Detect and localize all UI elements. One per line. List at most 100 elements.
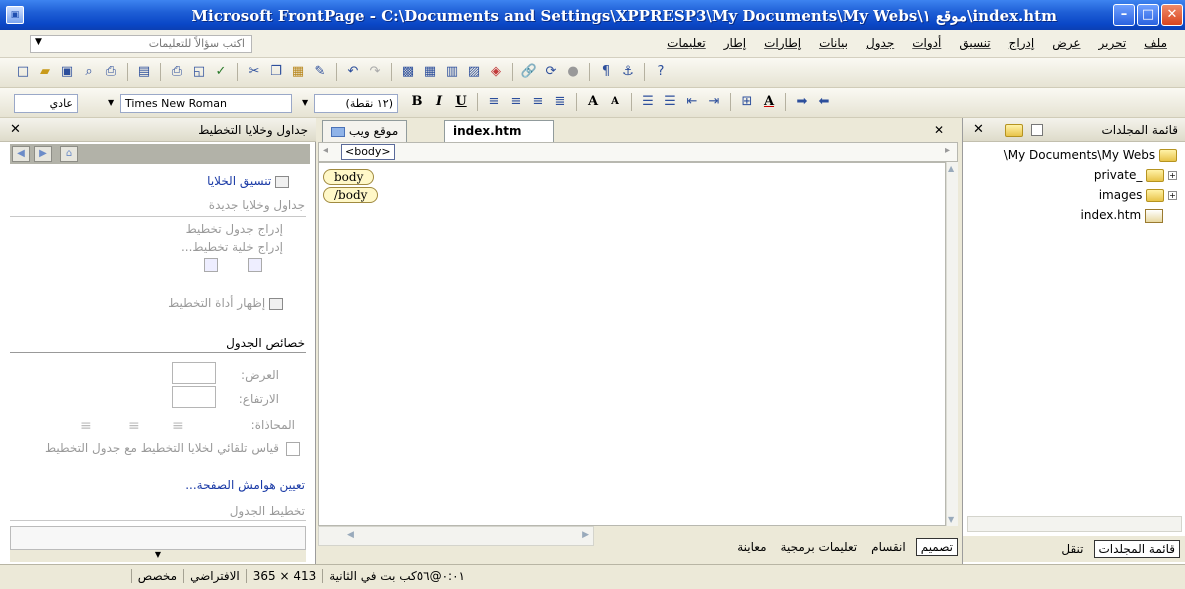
tag-scroll-right-icon[interactable]: ▸	[945, 145, 950, 156]
home-icon[interactable]: ⌂	[60, 146, 78, 162]
increase-font-icon[interactable]: A	[584, 93, 602, 111]
menu-insert[interactable]: إدراج	[1009, 36, 1035, 50]
folder-item-private[interactable]: + _private	[1094, 168, 1177, 182]
frontpage-app-icon[interactable]: ▣	[6, 6, 24, 24]
bullets-icon[interactable]: ☰	[661, 93, 679, 111]
redo-icon[interactable]: ↷	[366, 63, 384, 81]
insert-table-icon[interactable]: ▦	[421, 63, 439, 81]
print-icon[interactable]: ⎙	[168, 63, 186, 81]
tab-website[interactable]: موقع ويب	[322, 120, 408, 142]
drawing-icon[interactable]: ◈	[487, 63, 505, 81]
justify-icon[interactable]: ≣	[551, 93, 569, 111]
scroll-left-icon[interactable]: ◀	[347, 530, 354, 540]
decrease-font-icon[interactable]: A	[606, 93, 624, 111]
new-page-icon[interactable]	[1031, 124, 1043, 136]
scroll-down-icon[interactable]: ▼	[948, 515, 954, 524]
task-pane-title[interactable]: جداول وخلايا التخطيط	[198, 123, 308, 137]
menu-table[interactable]: جدول	[866, 36, 894, 50]
minimize-button[interactable]: –	[1113, 4, 1135, 26]
status-default[interactable]: الافتراضي	[183, 569, 246, 583]
underline-icon[interactable]: U	[452, 93, 470, 111]
tab-index-htm[interactable]: index.htm	[444, 120, 554, 142]
copy-icon[interactable]: ❐	[267, 63, 285, 81]
cell-formatting-link[interactable]: تنسيق الخلايا	[207, 174, 289, 188]
align-center-icon[interactable]: ≡	[128, 418, 140, 434]
folder-item-images[interactable]: + images	[1099, 188, 1177, 202]
increase-indent-icon[interactable]: ⇥	[705, 93, 723, 111]
menu-frame[interactable]: إطار	[724, 36, 746, 50]
back-icon[interactable]: ◀	[12, 146, 30, 162]
print-preview-icon[interactable]: ◱	[190, 63, 208, 81]
open-folder-icon[interactable]: ▰	[36, 63, 54, 81]
forward-arrow-icon[interactable]: ➡	[793, 93, 811, 111]
body-open-tag[interactable]: body	[323, 169, 375, 185]
folder-root[interactable]: \My Documents\My Webs	[1004, 148, 1177, 162]
borders-icon[interactable]: ⊞	[738, 93, 756, 111]
decrease-indent-icon[interactable]: ⇤	[683, 93, 701, 111]
scroll-right-icon[interactable]: ▶	[582, 530, 589, 540]
chevron-down-icon[interactable]: ▼	[10, 550, 306, 562]
italic-icon[interactable]: I	[430, 93, 448, 111]
menu-view[interactable]: عرض	[1052, 36, 1080, 50]
expand-icon[interactable]: +	[1168, 171, 1177, 180]
menu-data[interactable]: بيانات	[819, 36, 848, 50]
autoscale-checkbox[interactable]	[286, 442, 300, 456]
hyperlink-icon[interactable]: 🔗	[520, 63, 538, 81]
height-field[interactable]	[172, 386, 216, 408]
menu-tools[interactable]: أدوات	[912, 36, 941, 50]
tab-preview[interactable]: معاينة	[733, 539, 770, 555]
width-field[interactable]	[172, 362, 216, 384]
tag-scroll-left-icon[interactable]: ◂	[323, 145, 328, 156]
anchor-icon[interactable]: ⚓	[619, 63, 637, 81]
menu-edit[interactable]: تحرير	[1099, 36, 1127, 50]
refresh-icon[interactable]: ⟳	[542, 63, 560, 81]
close-icon[interactable]: ✕	[973, 122, 984, 137]
menu-format[interactable]: تنسيق	[959, 36, 990, 50]
paste-icon[interactable]: ▦	[289, 63, 307, 81]
close-window-button[interactable]: ✕	[1161, 4, 1183, 26]
new-page-icon[interactable]: □	[14, 63, 32, 81]
chevron-down-icon[interactable]: ▼	[35, 37, 42, 47]
close-tab-icon[interactable]: ✕	[934, 123, 944, 137]
body-close-tag[interactable]: /body	[323, 187, 379, 203]
align-right-icon[interactable]: ≡	[529, 93, 547, 111]
help-search-input[interactable]: اكتب سؤالاً للتعليمات ▼	[30, 35, 252, 53]
tab-navigation[interactable]: تنقل	[1061, 542, 1083, 556]
style-combo[interactable]: عادي	[14, 94, 78, 113]
stop-icon[interactable]: ●	[564, 63, 582, 81]
tab-split[interactable]: انقسام	[867, 539, 910, 555]
chevron-down-icon[interactable]: ▼	[108, 98, 114, 107]
layout-table-thumb-icon[interactable]	[204, 258, 218, 272]
folder-item-index-htm[interactable]: index.htm	[1081, 208, 1163, 223]
publish-icon[interactable]: ⎙	[102, 63, 120, 81]
status-dimensions[interactable]: 413 × 365	[245, 569, 323, 583]
align-left-icon[interactable]: ≡	[485, 93, 503, 111]
maximize-button[interactable]: □	[1137, 4, 1159, 26]
numbering-icon[interactable]: ☰	[639, 93, 657, 111]
folder-horizontal-scrollbar[interactable]	[967, 516, 1182, 532]
forward-icon[interactable]: ▶	[34, 146, 52, 162]
tab-design[interactable]: تصميم	[915, 538, 958, 556]
font-combo[interactable]: Times New Roman	[120, 94, 292, 113]
back-arrow-icon[interactable]: ⬅	[815, 93, 833, 111]
menu-file[interactable]: ملف	[1144, 36, 1167, 50]
show-formatting-icon[interactable]: ¶	[597, 63, 615, 81]
show-layout-tool-link[interactable]: إظهار أداة التخطيط	[168, 296, 283, 310]
tab-folder-list[interactable]: قائمة المجلدات	[1093, 540, 1180, 558]
design-canvas[interactable]: body /body	[318, 162, 946, 526]
status-custom[interactable]: مخصص	[130, 569, 183, 583]
insert-layout-table-link[interactable]: إدراج جدول تخطيط	[186, 222, 283, 236]
chevron-down-icon[interactable]: ▼	[302, 98, 308, 107]
font-size-combo[interactable]: (١٢ نقطة)	[314, 94, 398, 113]
web-component-icon[interactable]: ▩	[399, 63, 417, 81]
insert-layer-icon[interactable]: ▥	[443, 63, 461, 81]
scroll-up-icon[interactable]: ▲	[948, 164, 954, 173]
align-right-icon[interactable]: ≡	[172, 418, 184, 434]
format-painter-icon[interactable]: ✎	[311, 63, 329, 81]
insert-picture-icon[interactable]: ▨	[465, 63, 483, 81]
help-icon[interactable]: ?	[652, 63, 670, 81]
expand-icon[interactable]: +	[1168, 191, 1177, 200]
table-layout-list[interactable]	[10, 526, 306, 550]
save-icon[interactable]: ▣	[58, 63, 76, 81]
menu-help[interactable]: تعليمات	[667, 36, 706, 50]
